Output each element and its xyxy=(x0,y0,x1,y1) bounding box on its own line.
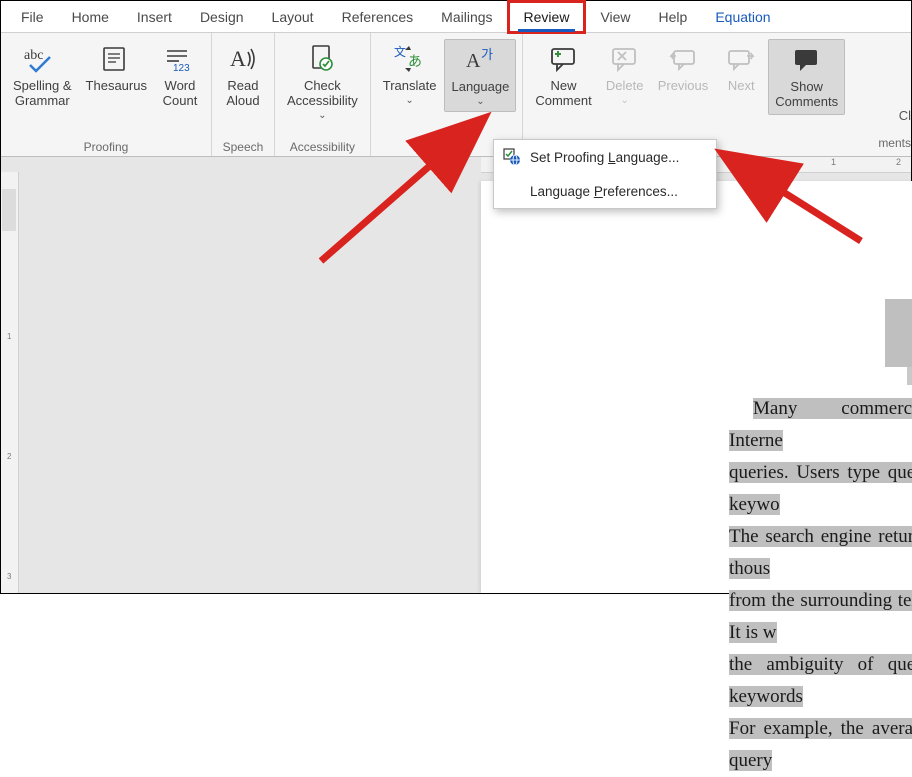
translate-label: Translate xyxy=(383,79,437,94)
readaloud-label: Read Aloud xyxy=(226,79,259,109)
accessibility-icon xyxy=(308,43,336,75)
wordcount-label: Word Count xyxy=(163,79,198,109)
thesaurus-label: Thesaurus xyxy=(86,79,147,94)
spelling-icon: abc xyxy=(24,43,60,75)
group-proofing: abc Spelling & Grammar Thesaurus xyxy=(1,33,212,156)
text-line: For example, the average query xyxy=(729,718,912,771)
ribbon: abc Spelling & Grammar Thesaurus xyxy=(1,33,911,157)
text-selection xyxy=(907,367,912,385)
spelling-grammar-button[interactable]: abc Spelling & Grammar xyxy=(7,39,78,113)
tab-equation[interactable]: Equation xyxy=(701,3,784,31)
previous-comment-button: Previous xyxy=(652,39,715,98)
read-aloud-button[interactable]: A Read Aloud xyxy=(218,39,268,113)
chevron-down-icon: ⌄ xyxy=(405,95,413,107)
tab-references[interactable]: References xyxy=(328,3,428,31)
language-button[interactable]: A 가 Language ⌄ xyxy=(444,39,516,112)
text-selection xyxy=(885,299,912,367)
svg-text:A: A xyxy=(466,50,481,72)
tab-review[interactable]: Review xyxy=(507,0,587,34)
svg-text:abc: abc xyxy=(24,48,43,63)
text-line: queries. Users type query keywo xyxy=(729,462,912,515)
vruler-tick: 1 xyxy=(7,332,11,341)
delete-comment-icon xyxy=(610,43,640,75)
document-area: 1 2 1 2 3 Many commercial Interne querie… xyxy=(1,157,911,593)
previous-label: Previous xyxy=(658,79,709,94)
cut-off-button: Cl xyxy=(899,108,911,123)
hruler-tick: 1 xyxy=(831,157,836,167)
text-line: Many commercial Interne xyxy=(729,398,912,451)
set-proofing-language-item[interactable]: Set Proofing Language... xyxy=(494,140,716,174)
translate-button[interactable]: 文 あ Translate ⌄ xyxy=(377,39,443,110)
new-comment-icon xyxy=(549,43,579,75)
group-comments-label-partial: ments xyxy=(878,136,911,150)
new-comment-button[interactable]: New Comment xyxy=(529,39,597,113)
tabs-bar: File Home Insert Design Layout Reference… xyxy=(1,1,911,33)
svg-text:A: A xyxy=(230,46,246,71)
tab-view[interactable]: View xyxy=(586,3,644,31)
vruler-tick: 2 xyxy=(7,452,11,461)
svg-text:123: 123 xyxy=(173,63,190,73)
vruler-tick: 3 xyxy=(7,572,11,581)
group-speech: A Read Aloud Speech xyxy=(212,33,275,156)
next-label: Next xyxy=(728,79,755,94)
read-aloud-icon: A xyxy=(228,43,258,75)
delete-comment-button: Delete ⌄ xyxy=(600,39,650,110)
spelling-label: Spelling & Grammar xyxy=(13,79,72,109)
left-gutter: 1 2 3 xyxy=(1,157,481,593)
translate-icon: 文 あ xyxy=(394,43,426,75)
group-proofing-label: Proofing xyxy=(7,138,205,154)
language-preferences-label: Language Preferences... xyxy=(530,184,678,199)
svg-text:文: 文 xyxy=(394,44,406,59)
check-accessibility-button[interactable]: Check Accessibility ⌄ xyxy=(281,39,364,125)
previous-comment-icon xyxy=(668,43,698,75)
language-dropdown: Set Proofing Language... Language Prefer… xyxy=(493,139,717,209)
thesaurus-icon xyxy=(101,43,131,75)
show-comments-button[interactable]: Show Comments xyxy=(768,39,845,115)
tab-layout[interactable]: Layout xyxy=(258,3,328,31)
hruler-tick: 2 xyxy=(896,157,901,167)
set-proofing-language-label: Set Proofing Language... xyxy=(530,150,679,165)
group-comments: New Comment Delete ⌄ xyxy=(523,33,911,156)
chevron-down-icon: ⌄ xyxy=(318,110,326,122)
tab-home[interactable]: Home xyxy=(58,3,123,31)
language-preferences-item[interactable]: Language Preferences... xyxy=(494,174,716,208)
delete-label: Delete xyxy=(606,79,644,94)
group-accessibility: Check Accessibility ⌄ Accessibility xyxy=(275,33,371,156)
text-line: the ambiguity of query keywords xyxy=(729,654,912,707)
tab-insert[interactable]: Insert xyxy=(123,3,186,31)
document-page[interactable]: Many commercial Interne queries. Users t… xyxy=(481,181,912,593)
wordcount-icon: 123 xyxy=(163,43,197,75)
tab-help[interactable]: Help xyxy=(645,3,702,31)
word-count-button[interactable]: 123 Word Count xyxy=(155,39,205,113)
group-speech-label: Speech xyxy=(218,138,268,154)
next-comment-button: Next xyxy=(716,39,766,98)
svg-text:가: 가 xyxy=(481,47,493,62)
proofing-language-icon xyxy=(502,147,522,167)
group-language: 文 あ Translate ⌄ A 가 Language ⌄ xyxy=(371,33,524,156)
tab-mailings[interactable]: Mailings xyxy=(427,3,506,31)
thesaurus-button[interactable]: Thesaurus xyxy=(80,39,153,98)
show-comments-icon xyxy=(792,44,822,76)
vertical-ruler[interactable]: 1 2 3 xyxy=(1,172,19,593)
tab-file[interactable]: File xyxy=(7,3,58,31)
chevron-down-icon: ⌄ xyxy=(620,95,628,107)
newcomment-label: New Comment xyxy=(535,79,591,109)
blank-icon xyxy=(502,181,522,201)
language-icon: A 가 xyxy=(464,44,496,76)
accessibility-label: Check Accessibility xyxy=(287,79,358,109)
tab-design[interactable]: Design xyxy=(186,3,258,31)
showcomments-label: Show Comments xyxy=(775,80,838,110)
svg-text:あ: あ xyxy=(408,53,422,69)
chevron-down-icon: ⌄ xyxy=(476,96,484,108)
text-line: from the surrounding text. It is w xyxy=(729,590,912,643)
text-line: The search engine returns thous xyxy=(729,526,912,579)
language-label: Language xyxy=(451,80,509,95)
next-comment-icon xyxy=(726,43,756,75)
group-accessibility-label: Accessibility xyxy=(281,138,364,154)
document-body-text[interactable]: Many commercial Interne queries. Users t… xyxy=(729,393,912,777)
